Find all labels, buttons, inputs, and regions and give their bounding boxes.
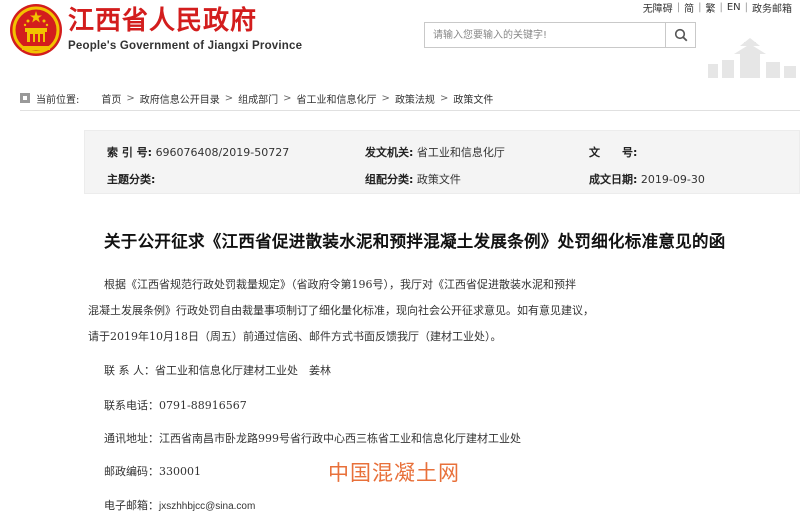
breadcrumb-item[interactable]: 政府信息公开目录 <box>140 91 220 106</box>
site-watermark: 中国混凝土网 <box>328 461 460 485</box>
mailing-address-label: 通讯地址： <box>104 432 159 445</box>
mailing-address: 通讯地址：江西省南昌市卧龙路999号省行政中心西三栋省工业和信息化厅建材工业处 <box>104 430 521 446</box>
index-number-label: 索 引 号: <box>107 146 153 159</box>
document-number-label: 文 号: <box>589 146 638 159</box>
site-subtitle: People's Government of Jiangxi Province <box>68 40 303 52</box>
link-separator: | <box>698 2 702 13</box>
simplified-chinese-link[interactable]: 简 <box>684 0 694 15</box>
article-paragraph: 混凝土发展条例》行政处罚自由裁量事项制订了细化量化标准，现向社会公开征求意见。如… <box>88 304 594 317</box>
issuing-agency-label: 发文机关: <box>365 146 414 159</box>
breadcrumb-separator: > <box>381 92 390 104</box>
breadcrumb-item[interactable]: 政策法规 <box>395 91 435 106</box>
traditional-chinese-link[interactable]: 繁 <box>705 0 715 15</box>
breadcrumb: 当前位置: 首页 > 政府信息公开目录 > 组成部门 > 省工业和信息化厅 > … <box>20 90 493 106</box>
issuing-agency: 发文机关: 省工业和信息化厅 <box>365 144 505 160</box>
breadcrumb-separator: > <box>283 92 292 104</box>
site-title[interactable]: 江西省人民政府 <box>68 4 257 38</box>
mailing-address-value: 江西省南昌市卧龙路999号省行政中心西三栋省工业和信息化厅建材工业处 <box>159 432 521 445</box>
topic-category-label: 主题分类: <box>107 173 156 186</box>
group-category-label: 组配分类: <box>365 173 414 186</box>
breadcrumb-current[interactable]: 政策文件 <box>453 91 493 106</box>
topic-category: 主题分类: <box>107 171 155 187</box>
contact-phone: 联系电话：0791-88916567 <box>104 397 247 413</box>
breadcrumb-separator: > <box>224 92 234 104</box>
breadcrumb-label: 当前位置: <box>36 94 80 106</box>
link-separator: | <box>744 2 748 13</box>
accessibility-link[interactable]: 无障碍 <box>643 0 673 15</box>
postal-code-label: 邮政编码： <box>104 465 159 478</box>
index-number: 索 引 号: 696076408/2019-50727 <box>107 144 289 160</box>
search-button[interactable] <box>665 23 695 47</box>
email-value[interactable]: jxszhhbjcc@sina.com <box>159 501 255 512</box>
email-label: 电子邮箱： <box>104 499 159 512</box>
breadcrumb-home[interactable]: 首页 <box>101 91 121 106</box>
email: 电子邮箱：jxszhhbjcc@sina.com <box>104 497 255 513</box>
postal-code-value: 330001 <box>159 465 201 478</box>
creation-date: 成文日期: 2019-09-30 <box>589 171 705 187</box>
index-number-value: 696076408/2019-50727 <box>155 146 290 159</box>
creation-date-label: 成文日期: <box>589 173 638 186</box>
contact-phone-value: 0791-88916567 <box>159 399 247 412</box>
article-title: 关于公开征求《江西省促进散装水泥和预拌混凝土发展条例》处罚细化标准意见的函 <box>104 232 726 251</box>
breadcrumb-item[interactable]: 省工业和信息化厅 <box>297 91 377 106</box>
contact-person-label: 联 系 人： <box>104 364 155 377</box>
group-category: 组配分类: 政策文件 <box>365 171 461 187</box>
issuing-agency-value: 省工业和信息化厅 <box>416 146 505 159</box>
postal-code: 邮政编码：330001 <box>104 463 201 479</box>
creation-date-value: 2019-09-30 <box>640 173 705 186</box>
article-paragraph: 根据《江西省规范行政处罚裁量规定》（省政府令第196号），我厅对《江西省促进散装… <box>104 278 576 291</box>
link-separator: | <box>719 2 723 13</box>
contact-person-value: 省工业和信息化厅建材工业处 姜林 <box>155 364 331 377</box>
contact-person: 联 系 人：省工业和信息化厅建材工业处 姜林 <box>104 362 331 378</box>
location-pin-icon <box>20 93 30 103</box>
link-separator: | <box>676 2 681 13</box>
search-input[interactable] <box>425 23 665 47</box>
english-link[interactable]: EN <box>727 2 741 13</box>
gov-mailbox-link[interactable]: 政务邮箱 <box>752 0 792 15</box>
search-box <box>424 22 696 48</box>
top-links: 无障碍 | 简 | 繁 | EN | 政务邮箱 <box>643 0 792 15</box>
skyline-decoration <box>708 38 796 78</box>
group-category-value: 政策文件 <box>416 173 461 186</box>
document-metadata: 索 引 号: 696076408/2019-50727 发文机关: 省工业和信息… <box>84 130 800 194</box>
national-emblem-icon <box>10 4 62 56</box>
breadcrumb-divider <box>20 110 800 111</box>
contact-phone-label: 联系电话： <box>104 399 159 412</box>
breadcrumb-separator: > <box>126 92 135 104</box>
breadcrumb-separator: > <box>439 92 449 104</box>
article-paragraph: 请于2019年10月18日（周五）前通过信函、邮件方式书面反馈我厅（建材工业处）… <box>88 330 502 343</box>
document-number: 文 号: <box>589 144 637 160</box>
search-icon <box>674 28 687 42</box>
site-header: 江西省人民政府 People's Government of Jiangxi P… <box>0 0 800 78</box>
breadcrumb-item[interactable]: 组成部门 <box>238 91 278 106</box>
